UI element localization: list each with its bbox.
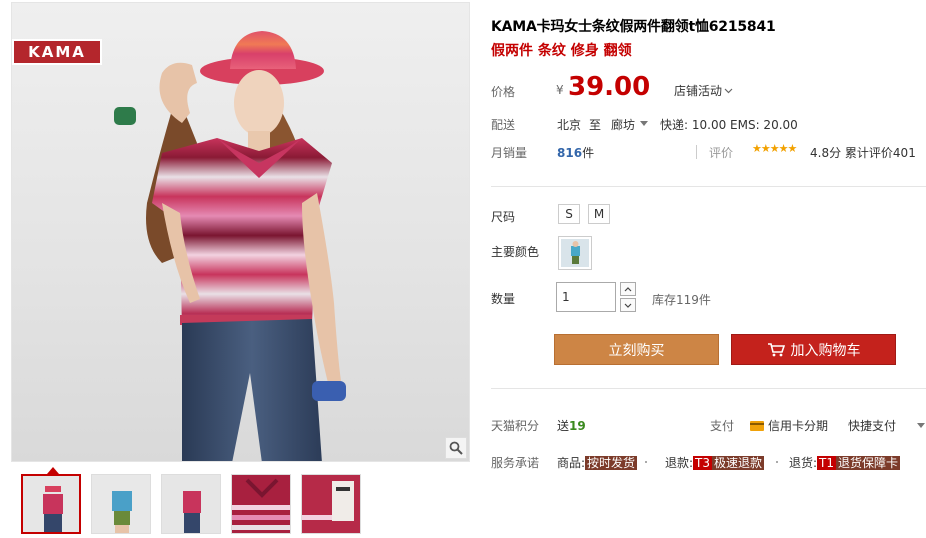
service-goods-prefix: 商品: [557,456,586,470]
product-subtitle: 假两件 条纹 修身 翻领 [491,43,632,59]
service-return[interactable]: 退货: T1 退货保障卡 [789,454,901,471]
service-return-tag: 退货保障卡 [836,456,901,470]
size-option-s[interactable]: S [558,204,580,224]
chevron-down-icon [724,88,733,93]
active-thumb-marker [47,467,59,474]
tmall-points-value: 送19 [557,417,586,434]
rating-summary[interactable]: 4.8分 累计评价401 [810,144,916,161]
size-option-m[interactable]: M [588,204,610,224]
product-title: KAMA卡玛女士条纹假两件翻领t恤6215841 [491,19,776,35]
credit-installment-label: 信用卡分期 [768,419,829,433]
service-refund-code: T3 [693,456,713,470]
quantity-increase-button[interactable] [620,282,636,296]
zoom-icon[interactable] [445,437,467,459]
size-label: 尺码 [491,210,516,224]
quick-pay-dropdown[interactable]: 快捷支付 [848,417,896,434]
thumbnail-4[interactable] [231,474,291,534]
shop-promo-dropdown[interactable]: 店铺活动 [674,82,733,99]
color-label: 主要颜色 [491,245,540,259]
rating-score: 4.8分 [810,146,842,160]
monthly-sales-label: 月销量 [491,146,528,160]
shop-promo-label: 店铺活动 [674,84,723,98]
tmall-points-label: 天猫积分 [491,419,540,433]
color-option-swatch[interactable] [558,236,592,270]
price-currency: ¥ [556,83,564,97]
separator-dot [645,461,647,463]
section-divider [491,186,926,187]
stock-count: 库存119件 [652,293,711,307]
sales-unit: 件 [582,146,595,160]
chevron-down-icon[interactable] [917,423,925,428]
magnifier-glyph [449,441,463,455]
rating-stars: ★★★★★ [752,142,797,155]
separator-dot [776,461,778,463]
stepper-up-icon [624,286,632,291]
shipping-label: 配送 [491,118,516,132]
thumbnail-5[interactable] [301,474,361,534]
credit-installment-link[interactable]: 信用卡分期 [750,417,828,434]
shipping-destination-select[interactable]: 廊坊 [611,116,635,133]
sales-count: 816 [557,146,583,160]
price-value: 39.00 [568,72,651,102]
shipping-fees: 快递: 10.00 EMS: 20.00 [660,118,798,132]
thumbnail-strip [11,464,470,538]
rating-label: 评价 [709,146,734,160]
add-to-cart-button[interactable]: 加入购物车 [731,334,896,365]
shipping-to-word: 至 [589,118,602,132]
chevron-down-icon[interactable] [640,121,648,126]
monthly-sales-value: 816件 [557,144,594,161]
service-goods-tag: 按时发货 [585,456,638,470]
price-label: 价格 [491,85,516,99]
service-refund[interactable]: 退款: T3 极速退款 [665,454,765,471]
model-illustration [114,31,346,461]
brand-logo: KAMA [12,39,102,65]
quantity-input[interactable] [556,282,616,312]
service-refund-prefix: 退款: [665,456,694,470]
credit-card-icon [750,420,764,431]
section-divider [491,388,926,389]
quantity-decrease-button[interactable] [620,298,636,312]
quantity-label: 数量 [491,292,516,306]
payment-label: 支付 [710,419,735,433]
service-return-code: T1 [817,456,837,470]
thumbnail-3[interactable] [161,474,221,534]
points-amount: 19 [569,419,586,433]
stepper-down-icon [624,303,632,308]
total-reviews-link[interactable]: 累计评价401 [845,146,916,160]
service-return-prefix: 退货: [789,456,818,470]
service-label: 服务承诺 [491,456,540,470]
service-refund-tag: 极速退款 [712,456,765,470]
divider [696,145,697,159]
main-product-photo[interactable]: KAMA [11,2,470,462]
thumbnail-2[interactable] [91,474,151,534]
service-goods[interactable]: 商品: 按时发货 [557,454,638,471]
add-to-cart-label: 加入购物车 [790,342,861,359]
buy-now-button[interactable]: 立刻购买 [554,334,719,365]
thumbnail-1[interactable] [21,474,81,534]
points-prefix: 送 [557,419,570,433]
shipping-origin: 北京 [557,118,582,132]
cart-icon [767,342,785,356]
